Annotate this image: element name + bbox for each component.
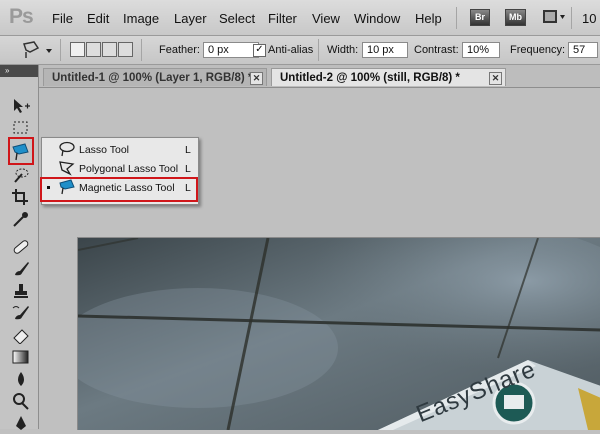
eyedropper-icon (13, 212, 28, 227)
clone-stamp-tool[interactable] (8, 280, 32, 302)
flyout-item-polygonal-lasso-tool[interactable]: Polygonal Lasso Tool L (42, 159, 198, 178)
document-image[interactable]: EasyShare (77, 237, 600, 430)
crop-icon (12, 189, 28, 205)
move-icon (14, 99, 30, 113)
feather-input[interactable]: 0 px (203, 42, 259, 58)
menu-file[interactable]: File (52, 11, 73, 26)
eraser-tool[interactable] (8, 324, 32, 346)
pen-icon (16, 416, 26, 430)
menu-window[interactable]: Window (354, 11, 400, 26)
stamp-icon (14, 284, 28, 298)
menu-bar: Ps File Edit Image Layer Select Filter V… (0, 0, 600, 36)
flyout-item-lasso-tool[interactable]: Lasso Tool L (42, 140, 198, 159)
document-tab-bar: Untitled-1 @ 100% (Layer 1, RGB/8) * ✕ U… (38, 65, 600, 88)
eraser-icon (13, 329, 29, 344)
toolbox: » (0, 65, 39, 430)
feather-label: Feather: (159, 44, 200, 56)
brush-icon (15, 262, 29, 276)
history-brush-icon (12, 306, 29, 320)
highlighted-menu-frame (40, 177, 198, 202)
quick-selection-icon (14, 168, 29, 183)
dodge-icon (13, 393, 29, 410)
brush-tool[interactable] (8, 258, 32, 280)
move-tool[interactable] (8, 95, 32, 117)
width-label: Width: (327, 44, 359, 56)
gradient-icon (12, 350, 29, 364)
tab-title: Untitled-1 @ 100% (Layer 1, RGB/8) * (52, 72, 253, 84)
drop-icon (18, 372, 24, 386)
marquee-tool[interactable] (8, 117, 32, 139)
gradient-tool[interactable] (8, 346, 32, 368)
magnetic-lasso-icon (23, 41, 52, 58)
anti-alias-label: Anti-alias (268, 44, 314, 56)
magnetic-lasso-tool[interactable] (8, 141, 32, 163)
menu-select[interactable]: Select (219, 11, 255, 26)
new-selection-button[interactable] (70, 42, 85, 57)
options-divider (141, 39, 142, 61)
options-bar: Feather: 0 px ✓ Anti-alias Width: 10 px … (0, 36, 600, 65)
history-brush-tool[interactable] (8, 302, 32, 324)
arrange-documents-button[interactable] (542, 9, 566, 25)
menu-filter[interactable]: Filter (268, 11, 297, 26)
eyedropper-tool[interactable] (8, 208, 32, 230)
tab-untitled-1[interactable]: Untitled-1 @ 100% (Layer 1, RGB/8) * ✕ (43, 68, 267, 86)
pen-tool[interactable] (8, 412, 32, 434)
tab-untitled-2[interactable]: Untitled-2 @ 100% (still, RGB/8) * ✕ (271, 68, 506, 86)
healing-brush-tool[interactable] (8, 236, 32, 258)
mini-bridge-button[interactable]: Mb (505, 9, 526, 26)
floor-photo (78, 238, 600, 430)
menu-layer[interactable]: Layer (174, 11, 207, 26)
magnetic-lasso-icon (12, 143, 29, 161)
menu-view[interactable]: View (312, 11, 340, 26)
bandage-icon (13, 240, 29, 254)
tool-preset-picker[interactable] (20, 40, 56, 60)
width-input[interactable]: 10 px (362, 42, 408, 58)
menubar-divider (456, 7, 457, 29)
crop-tool[interactable] (8, 186, 32, 208)
options-divider (318, 39, 319, 61)
menu-image[interactable]: Image (123, 11, 159, 26)
blur-tool[interactable] (8, 368, 32, 390)
bridge-button[interactable]: Br (470, 9, 490, 26)
frequency-input[interactable]: 57 (568, 42, 598, 58)
options-divider (60, 39, 61, 61)
toolbox-collapse[interactable]: » (0, 65, 38, 77)
photoshop-logo: Ps (9, 5, 34, 28)
dodge-tool[interactable] (8, 390, 32, 412)
zoom-level[interactable]: 10 (582, 11, 596, 26)
close-icon[interactable]: ✕ (489, 72, 502, 85)
contrast-input[interactable]: 10% (462, 42, 500, 58)
anti-alias-checkbox[interactable]: ✓ (253, 44, 266, 57)
flyout-label: Polygonal Lasso Tool (79, 163, 179, 175)
tab-title: Untitled-2 @ 100% (still, RGB/8) * (280, 72, 460, 84)
flyout-shortcut: L (185, 144, 191, 156)
flyout-label: Lasso Tool (79, 144, 130, 156)
lasso-icon (58, 141, 76, 160)
subtract-from-selection-button[interactable] (102, 42, 117, 57)
marquee-icon (13, 121, 28, 134)
contrast-label: Contrast: (414, 44, 459, 56)
menubar-divider (571, 7, 572, 29)
close-icon[interactable]: ✕ (250, 72, 263, 85)
menu-edit[interactable]: Edit (87, 11, 109, 26)
quick-selection-tool[interactable] (8, 164, 32, 186)
film-icon (543, 10, 565, 23)
intersect-selection-button[interactable] (118, 42, 133, 57)
flyout-shortcut: L (185, 163, 191, 175)
frequency-label: Frequency: (510, 44, 566, 56)
menu-help[interactable]: Help (415, 11, 442, 26)
add-to-selection-button[interactable] (86, 42, 101, 57)
